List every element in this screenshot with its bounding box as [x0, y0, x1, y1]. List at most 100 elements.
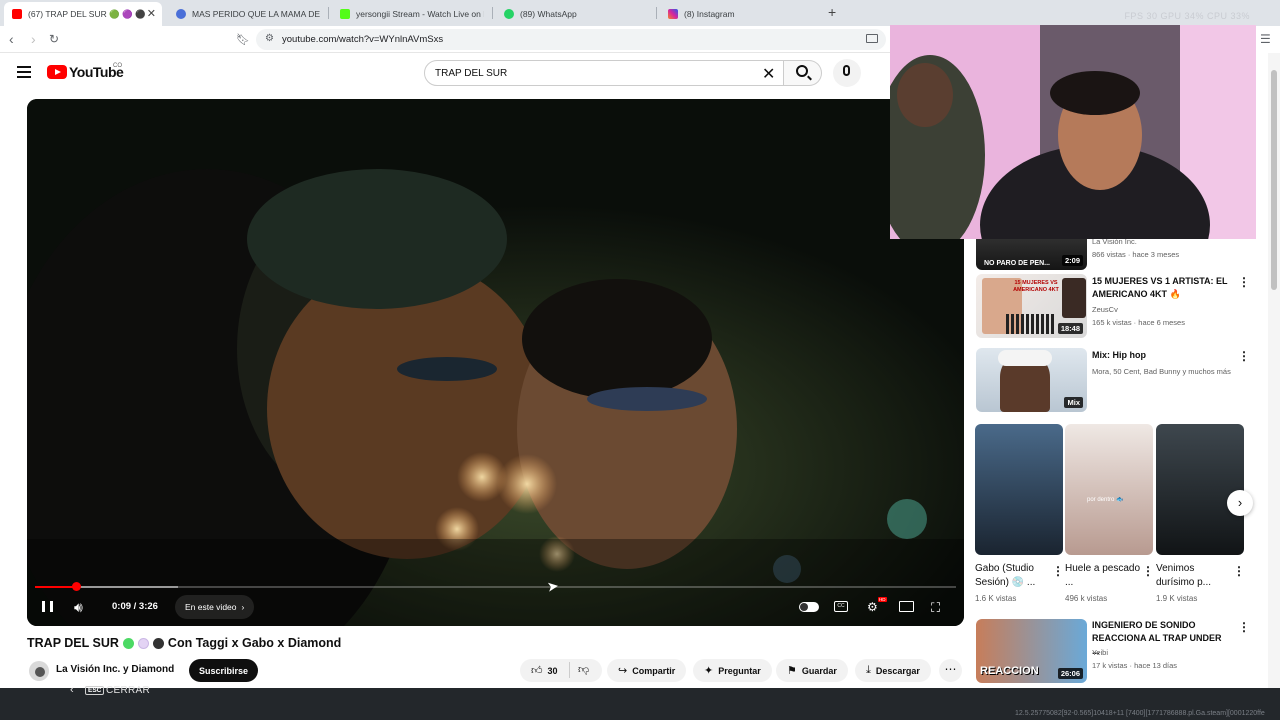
site-info-icon[interactable]: ⚙	[265, 33, 274, 44]
autoplay-toggle[interactable]	[799, 602, 819, 612]
short-thumbnail-text: por dentro 🐟	[1087, 497, 1124, 503]
video-title-suffix: Con Taggi x Gabo x Diamond	[167, 636, 342, 650]
more-options-icon[interactable]: ⋮	[1238, 620, 1250, 634]
save-button[interactable]: ⚑ Guardar	[776, 659, 848, 682]
video-thumbnail[interactable]: 15 MUJERES VS AMERICANO 4KT 18:48	[976, 274, 1087, 338]
settings-gear-icon[interactable]: ⚙	[867, 600, 878, 614]
shorts-next-button[interactable]: ›	[1227, 490, 1253, 516]
ask-button[interactable]: ✦ Preguntar	[693, 659, 772, 682]
pause-icon[interactable]	[42, 601, 53, 612]
youtube-logo[interactable]: YouTube	[47, 64, 124, 80]
thumbnail-person	[1062, 278, 1086, 318]
like-count[interactable]: 30	[548, 666, 558, 676]
chapter-button[interactable]: En este video ›	[175, 595, 255, 619]
share-button[interactable]: ↪ Compartir	[607, 659, 687, 682]
save-label: Guardar	[801, 665, 837, 676]
recommendation-title[interactable]: 15 MUJERES VS 1 ARTISTA: EL AMERICANO 4K…	[1092, 275, 1230, 301]
video-thumbnail[interactable]: REACCION 26:06	[976, 619, 1087, 683]
download-button[interactable]: ⤓ Descargar	[855, 659, 931, 682]
more-options-icon[interactable]: ⋮	[1238, 275, 1250, 289]
recommendation-item[interactable]: 15 MUJERES VS AMERICANO 4KT 18:48 15 MUJ…	[976, 274, 1250, 338]
new-tab-button[interactable]: +	[828, 4, 836, 20]
more-options-icon[interactable]: ⋮	[1052, 564, 1064, 578]
short-title[interactable]: Venimos durísimo p...	[1156, 562, 1234, 590]
microphone-icon[interactable]	[843, 65, 850, 76]
performance-stats: FPS 30 GPU 34% CPU 33%	[1124, 11, 1250, 21]
browser-toolbar: ‹ › ↻ 🔖︎ ⚙ youtube.com/watch?v=WYnlnAVmS…	[0, 26, 890, 53]
browser-menu-icon[interactable]: ☰	[1260, 32, 1271, 46]
subtitles-icon[interactable]: CC	[834, 601, 848, 612]
short-views: 1.6 K vistas	[975, 594, 1017, 603]
more-actions-button[interactable]: ⋯	[939, 659, 962, 682]
recommendation-meta: 165 k vistas · hace 6 meses	[1092, 318, 1185, 327]
search-input[interactable]: TRAP DEL SUR	[424, 60, 784, 86]
install-app-icon[interactable]	[866, 34, 878, 43]
search-query: TRAP DEL SUR	[435, 67, 508, 79]
ask-label: Preguntar	[718, 665, 761, 676]
duration-badge: Mix	[1064, 397, 1083, 408]
video-player[interactable]: 🔊︎ 0:09 / 3:26 En este video › CC ⚙ HD ⛶…	[27, 99, 964, 626]
recommendation-item[interactable]: Mix Mix: Hip hop Mora, 50 Cent, Bad Bunn…	[976, 348, 1250, 412]
back-arrow-icon[interactable]: ‹	[9, 31, 14, 47]
thumbs-up-icon[interactable]: 👍︎	[531, 664, 543, 677]
recommendation-title[interactable]: Mix: Hip hop	[1092, 349, 1230, 362]
recommendation-item[interactable]: REACCION 26:06 INGENIERO DE SONIDO REACC…	[976, 619, 1250, 683]
tab-whatsapp[interactable]: (89) WhatsApp	[496, 2, 648, 26]
instagram-favicon-icon	[668, 9, 678, 19]
tab-mas-perido[interactable]: MAS PERIDO QUE LA MAMA DEL CH	[168, 2, 320, 26]
recommendation-title[interactable]: INGENIERO DE SONIDO REACCIONA AL TRAP UN…	[1092, 619, 1230, 658]
fullscreen-icon[interactable]: ⛶	[931, 600, 940, 616]
sparkle-icon: ✦	[704, 665, 714, 677]
esc-key-badge: ESC	[85, 686, 105, 695]
video-thumbnail[interactable]: Mix	[976, 348, 1087, 412]
tab-separator	[492, 7, 493, 19]
subscribe-button[interactable]: Suscribirse	[189, 659, 258, 682]
short-thumbnail[interactable]: por dentro 🐟	[1065, 424, 1153, 555]
short-thumbnail[interactable]	[975, 424, 1063, 555]
theater-mode-icon[interactable]	[899, 601, 914, 612]
hd-badge: HD	[878, 597, 887, 602]
tab-strip: (67) TRAP DEL SUR 🟢 🟣 ⚫ ✕ MAS PERIDO QUE…	[0, 0, 1280, 26]
whatsapp-favicon-icon	[504, 9, 514, 19]
youtube-favicon-icon	[12, 9, 22, 19]
bookmark-icon[interactable]: 🔖︎	[236, 33, 250, 46]
more-options-icon[interactable]: ⋮	[1238, 349, 1250, 363]
tab-title: (89) WhatsApp	[520, 9, 577, 19]
thumbnail-text: 15 MUJERES VS AMERICANO 4KT	[1013, 280, 1059, 293]
recommendation-channel: Yeibi	[1092, 648, 1108, 657]
short-item[interactable]: Gabo (Studio Sesión) 💿 ... 1.6 K vistas …	[975, 424, 1064, 603]
scrollbar-thumb[interactable]	[1271, 70, 1277, 290]
tab-youtube[interactable]: (67) TRAP DEL SUR 🟢 🟣 ⚫ ✕	[4, 2, 162, 26]
tab-kick[interactable]: yersongii Stream - Watch Live on Kick	[332, 2, 484, 26]
clear-search-icon[interactable]: ✕	[762, 64, 775, 84]
thumbnail-text: REACCION	[980, 665, 1039, 677]
recommendation-channel: ZeusCv	[1092, 305, 1118, 314]
tab-title: (8) Instagram	[684, 9, 735, 19]
chapter-label: En este video	[185, 602, 237, 612]
short-item[interactable]: por dentro 🐟 Huele a pescado ... 496 k v…	[1065, 424, 1154, 603]
forward-arrow-icon[interactable]: ›	[31, 31, 36, 47]
progress-bar[interactable]	[35, 582, 956, 591]
short-thumbnail[interactable]	[1156, 424, 1244, 555]
short-item[interactable]: Venimos durísimo p... 1.9 K vistas ⋮	[1156, 424, 1245, 603]
recommendation-meta: 866 vistas · hace 3 meses	[1092, 250, 1180, 259]
channel-name[interactable]: La Visión Inc. y Diamond	[56, 664, 174, 675]
chevron-left-icon[interactable]: ‹	[70, 684, 74, 696]
address-bar[interactable]: ⚙ youtube.com/watch?v=WYnlnAVmSxs	[256, 29, 886, 50]
tab-instagram[interactable]: (8) Instagram	[660, 2, 812, 26]
more-options-icon[interactable]: ⋮	[1233, 564, 1245, 578]
short-title[interactable]: Huele a pescado ...	[1065, 562, 1143, 590]
more-options-icon[interactable]: ⋮	[1142, 564, 1154, 578]
purple-circle-emoji	[137, 637, 149, 649]
search-icon[interactable]	[796, 65, 808, 77]
hamburger-menu-icon[interactable]	[17, 66, 31, 78]
close-icon[interactable]: ✕	[147, 7, 156, 20]
duration-badge: 2:09	[1061, 255, 1083, 266]
close-hint[interactable]: CERRAR	[106, 685, 150, 696]
short-title[interactable]: Gabo (Studio Sesión) 💿 ...	[975, 562, 1053, 590]
thumbs-down-icon[interactable]: 👎︎	[578, 663, 589, 676]
time-display: 0:09 / 3:26	[112, 601, 158, 612]
volume-icon[interactable]: 🔊︎	[74, 599, 83, 616]
channel-avatar[interactable]	[29, 661, 49, 681]
reload-icon[interactable]: ↻	[49, 32, 59, 46]
